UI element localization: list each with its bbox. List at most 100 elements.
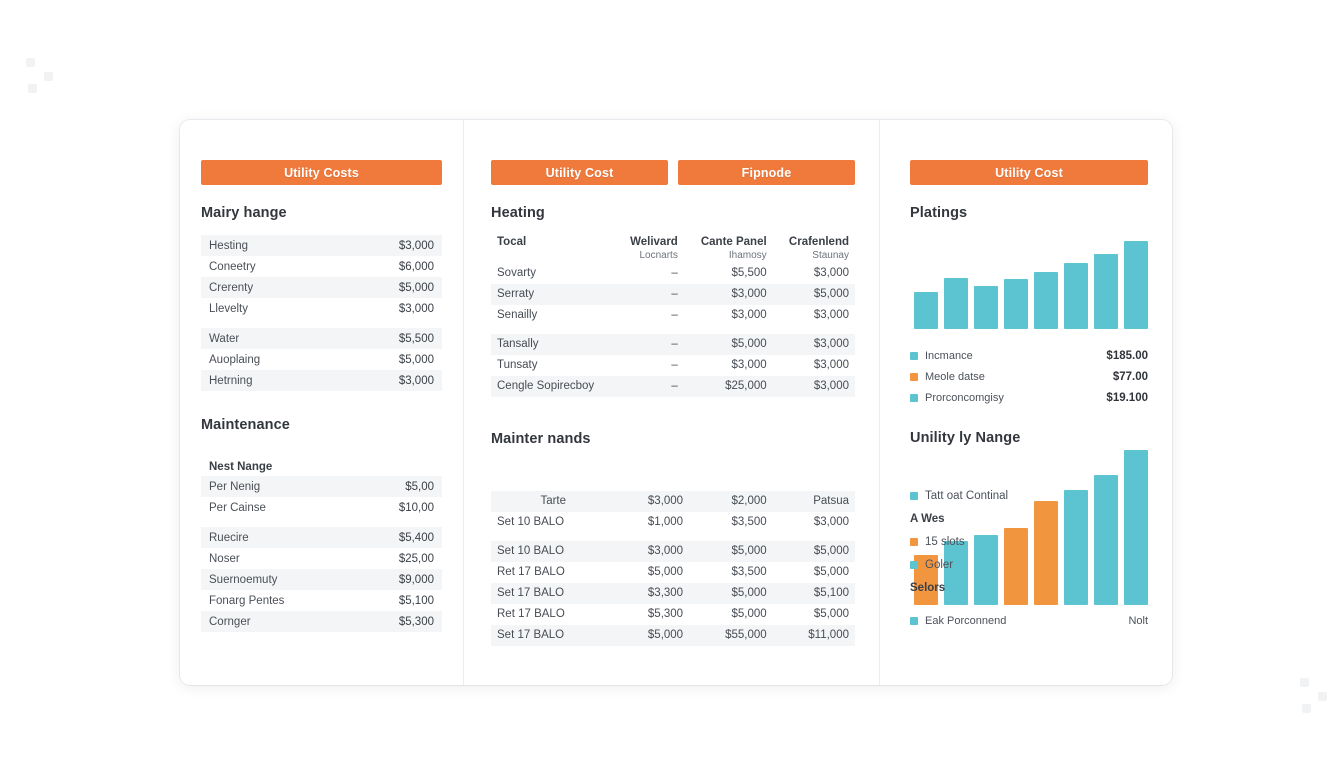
legend-item[interactable]: Incmance $185.00 <box>910 345 1148 366</box>
list-item-value: $6,000 <box>398 260 434 273</box>
chart-bar[interactable] <box>1094 253 1118 329</box>
list-item-value: $5,500 <box>398 332 434 345</box>
legend-item[interactable]: 15 slots <box>910 530 1008 553</box>
table-row[interactable]: Ret 17 BALO $5,300 $5,000 $5,000 <box>491 604 855 625</box>
banner-utility-costs[interactable]: Utility Costs <box>201 160 442 185</box>
legend-swatch-icon <box>910 537 918 546</box>
table-row[interactable]: Set 17 BALO $5,000 $55,000 $11,000 <box>491 624 855 646</box>
legend-item-label: Selors <box>910 581 946 594</box>
chart-bar[interactable] <box>914 292 938 329</box>
table-row[interactable]: Set 17 BALO $3,300 $5,000 $5,100 <box>491 582 855 604</box>
list-item[interactable]: Suernoemuty $9,000 <box>201 569 442 590</box>
chart-footer-right-label: Nolt <box>1128 615 1148 627</box>
banner-utility-cost-right[interactable]: Utility Cost <box>910 160 1148 185</box>
legend-item-amount: $185.00 <box>1106 349 1148 362</box>
table-cell-value: $5,000 <box>772 540 855 562</box>
table-cell-value: $3,300 <box>615 582 690 604</box>
table-header-cell: Patsua <box>772 490 855 512</box>
legend-item[interactable]: Prorconcomgisy $19.100 <box>910 387 1148 408</box>
table-row[interactable]: Set 10 BALO $1,000 $3,500 $3,000 <box>491 512 855 533</box>
heating-table-header-row: Tocal Welivard Locnarts Cante Panel Iham… <box>491 233 855 263</box>
list-item[interactable]: Fonarg Pentes $5,100 <box>201 590 442 611</box>
table-row[interactable]: Tunsaty – $3,000 $3,000 <box>491 355 855 376</box>
table-cell-label: Sovarty <box>497 267 536 280</box>
report-card: Utility Costs Mairy hange Hesting $3,000 C… <box>180 120 1172 685</box>
list-item-value: $5,000 <box>398 281 434 294</box>
chart-bar[interactable] <box>1034 271 1058 329</box>
left-section-title-2: Maintenance <box>201 417 290 433</box>
list-item[interactable]: Llevelty $3,000 <box>201 298 442 319</box>
table-cell-label: Ret 17 BALO <box>497 566 565 579</box>
table-cell-value: $5,000 <box>731 608 767 621</box>
legend-item[interactable]: Tatt oat Continal <box>910 484 1008 507</box>
legend-item[interactable]: Goler <box>910 553 1008 576</box>
table-row[interactable]: Cengle Sopirecboy – $25,000 $3,000 <box>491 375 855 397</box>
legend-item-label: Prorconcomgisy <box>925 391 1004 404</box>
list-item[interactable]: Ruecire $5,400 <box>201 527 442 548</box>
chart-bar[interactable] <box>1064 262 1088 329</box>
legend-swatch-icon <box>910 393 918 402</box>
table-row[interactable]: Ret 17 BALO $5,000 $3,500 $5,000 <box>491 562 855 583</box>
col-header-tocal: Tocal <box>497 236 527 248</box>
chart-bar[interactable] <box>1124 240 1148 329</box>
table-row[interactable]: Senailly – $3,000 $3,000 <box>491 305 855 326</box>
table-row[interactable]: Sovarty – $5,500 $3,000 <box>491 263 855 284</box>
table-cell-value: $5,100 <box>772 582 855 604</box>
list-item[interactable]: Noser $25,00 <box>201 548 442 569</box>
list-item[interactable]: Hesting $3,000 <box>201 235 442 256</box>
list-item[interactable]: Per Nenig $5,00 <box>201 476 442 497</box>
chart-bar[interactable] <box>1094 474 1118 605</box>
list-item-label: Auoplaing <box>209 353 261 366</box>
tab-utility-cost[interactable]: Utility Cost <box>491 160 668 185</box>
table-cell-value: $5,000 <box>772 283 855 305</box>
table-cell-value: $3,000 <box>813 516 849 529</box>
legend-item-amount: $77.00 <box>1112 370 1148 383</box>
right-banner-row: Utility Cost <box>910 160 1148 185</box>
page-root: Utility Costs Mairy hange Hesting $3,000 C… <box>0 0 1344 768</box>
list-item[interactable]: Per Cainse $10,00 <box>201 497 442 518</box>
table-row[interactable]: Serraty – $3,000 $5,000 <box>491 283 855 305</box>
legend-item-label: Tatt oat Continal <box>925 489 1009 502</box>
list-item-label: Suernoemuty <box>209 573 278 586</box>
maintenance-table-body: Tarte $3,000 $2,000 Patsua Set 10 BALO $1,000… <box>491 490 855 646</box>
chart-unility-nange: Tatt oat Continal A Wes 15 slots Goler Selor… <box>910 450 1148 605</box>
legend-item-amount: $19.100 <box>1106 391 1148 404</box>
table-row[interactable]: Set 10 BALO $3,000 $5,000 $5,000 <box>491 540 855 562</box>
table-cell-value: – <box>615 333 684 355</box>
column-right: Utility Cost Platings Incmance $185.00 Meo… <box>880 120 1172 685</box>
table-cell-label: Cengle Sopirecboy <box>491 375 616 397</box>
chart-bar[interactable] <box>1034 501 1058 605</box>
table-cell-value: $5,000 <box>689 582 773 604</box>
legend-item-label: A Wes <box>910 512 945 525</box>
chart-bar[interactable] <box>1004 279 1028 329</box>
list-item-label: Crerenty <box>209 281 254 294</box>
list-item-label: Water <box>209 332 240 345</box>
list-item-value: $3,000 <box>398 239 434 252</box>
legend-item[interactable]: Selors <box>910 576 1008 599</box>
list-item[interactable]: Auoplaing $5,000 <box>201 349 442 370</box>
table-cell-value: $3,000 <box>813 359 849 372</box>
list-item[interactable]: Coneetry $6,000 <box>201 256 442 277</box>
list-item[interactable]: Hetrning $3,000 <box>201 370 442 391</box>
table-cell-value: $3,000 <box>731 359 767 372</box>
chart-bar[interactable] <box>1124 450 1148 605</box>
footer-swatch-icon <box>910 617 918 625</box>
list-item[interactable]: Cornger $5,300 <box>201 611 442 632</box>
table-cell-value: $5,000 <box>813 608 849 621</box>
legend-item[interactable]: A Wes <box>910 507 1008 530</box>
table-cell-value: $3,000 <box>615 540 690 562</box>
list-item[interactable]: Water $5,500 <box>201 328 442 349</box>
chart-bar[interactable] <box>1064 490 1088 605</box>
list-item[interactable]: Crerenty $5,000 <box>201 277 442 298</box>
table-row[interactable]: Tansally – $5,000 $3,000 <box>491 333 855 355</box>
tab-fipnode-label: Fipnode <box>741 165 792 180</box>
chart-bar[interactable] <box>944 278 968 329</box>
legend-item[interactable]: Meole datse $77.00 <box>910 366 1148 387</box>
table-cell-value: $3,500 <box>731 566 767 579</box>
chart-bar[interactable] <box>974 285 998 329</box>
table-cell-value: $5,000 <box>647 566 684 579</box>
table-header-row: Tarte $3,000 $2,000 Patsua <box>491 490 855 512</box>
tab-fipnode[interactable]: Fipnode <box>678 160 855 185</box>
list-item-value: $5,100 <box>398 594 434 607</box>
table-cell-value: $3,000 <box>731 309 767 322</box>
